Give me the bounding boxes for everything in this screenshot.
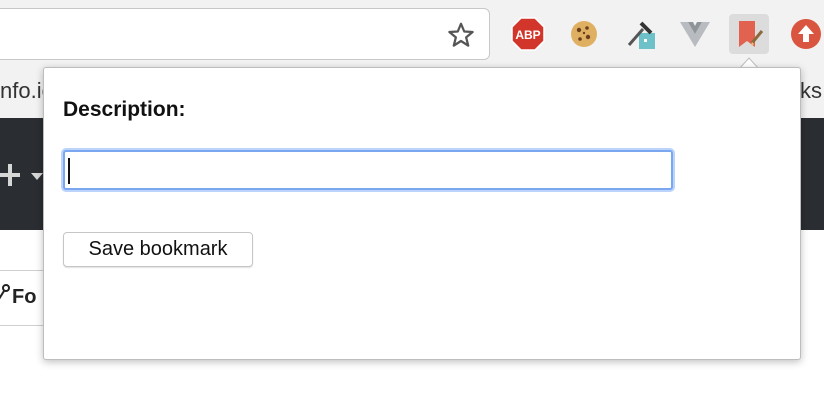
address-bar[interactable] <box>0 8 490 60</box>
bookmark-fragment-right[interactable]: ks <box>800 78 822 104</box>
upload-icon[interactable] <box>786 14 824 54</box>
link-icon <box>0 284 10 300</box>
browser-toolbar: ABP <box>0 0 824 70</box>
plus-icon[interactable] <box>0 162 22 188</box>
cookie-icon[interactable] <box>564 14 604 54</box>
adblock-plus-icon[interactable]: ABP <box>508 14 548 54</box>
vue-devtools-icon[interactable] <box>675 14 715 54</box>
bookmark-extension-icon[interactable] <box>729 14 769 54</box>
star-icon[interactable] <box>446 20 476 50</box>
page-button-label: Fo <box>12 286 37 308</box>
description-label: Description: <box>63 98 186 121</box>
text-caret <box>68 158 70 184</box>
description-input[interactable] <box>63 150 673 190</box>
save-bookmark-button[interactable]: Save bookmark <box>63 232 253 267</box>
chevron-down-icon[interactable] <box>31 173 43 181</box>
abp-text: ABP <box>515 28 540 42</box>
eyedropper-icon[interactable] <box>620 14 660 54</box>
